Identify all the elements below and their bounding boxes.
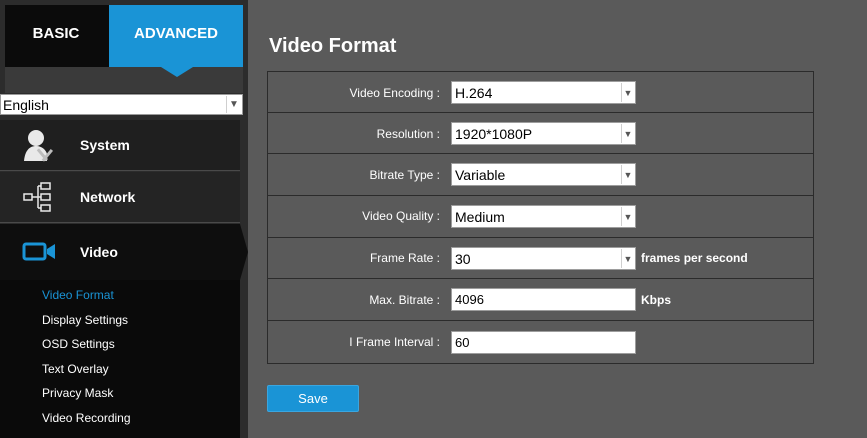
nav-item-network[interactable]: Network [0, 172, 240, 223]
i-frame-interval-value: 60 [455, 335, 470, 350]
save-button[interactable]: Save [267, 385, 359, 412]
chevron-down-icon: ▼ [621, 124, 634, 143]
video-camera-icon [22, 235, 58, 269]
frame-rate-label: Frame Rate : [369, 251, 440, 265]
nav-item-system[interactable]: System [0, 120, 240, 171]
main-panel: Video Format Video Encoding : H.264 ▼ Re… [248, 0, 867, 438]
video-quality-value: Medium [455, 208, 505, 225]
tab-advanced[interactable]: ADVANCED [109, 5, 243, 67]
max-bitrate-unit: Kbps [641, 293, 671, 307]
chevron-down-icon: ▼ [621, 249, 634, 268]
frame-rate-select[interactable]: 30 ▼ [451, 247, 636, 270]
chevron-down-icon: ▼ [226, 96, 241, 113]
nav-item-video-label: Video [80, 244, 118, 260]
resolution-value: 1920*1080P [455, 125, 533, 142]
row-bitrate-type: Bitrate Type : Variable ▼ [268, 154, 813, 196]
video-quality-label: Video Quality : [362, 209, 440, 223]
nav-item-system-label: System [80, 137, 130, 153]
video-format-form: Video Encoding : H.264 ▼ Resolution : 19… [267, 71, 814, 364]
max-bitrate-value: 4096 [455, 292, 484, 307]
frame-rate-unit: frames per second [641, 251, 748, 265]
max-bitrate-label: Max. Bitrate : [369, 293, 440, 307]
tab-basic[interactable]: BASIC [5, 5, 107, 67]
i-frame-interval-input[interactable]: 60 [451, 331, 636, 354]
page-title: Video Format [269, 35, 397, 57]
video-encoding-value: H.264 [455, 84, 493, 101]
submenu-text-overlay[interactable]: Text Overlay [42, 361, 240, 386]
language-select-value: English [3, 96, 49, 113]
row-resolution: Resolution : 1920*1080P ▼ [268, 113, 813, 154]
nav-item-network-label: Network [80, 189, 136, 205]
video-quality-select[interactable]: Medium ▼ [451, 205, 636, 228]
tabs-divider [5, 67, 243, 93]
chevron-down-icon: ▼ [621, 83, 634, 102]
chevron-down-icon: ▼ [621, 207, 634, 226]
frame-rate-value: 30 [455, 250, 471, 267]
row-video-encoding: Video Encoding : H.264 ▼ [268, 72, 813, 113]
resolution-select[interactable]: 1920*1080P ▼ [451, 122, 636, 145]
submenu-video-recording[interactable]: Video Recording [42, 410, 240, 435]
sidebar: BASIC ADVANCED English ▼ System Network … [0, 0, 248, 438]
submenu-osd-settings[interactable]: OSD Settings [42, 336, 240, 361]
row-video-quality: Video Quality : Medium ▼ [268, 196, 813, 238]
row-max-bitrate: Max. Bitrate : 4096 Kbps [268, 279, 813, 321]
mode-tabs: BASIC ADVANCED [5, 5, 243, 67]
nav-item-video[interactable]: Video [0, 224, 240, 280]
chevron-down-icon: ▼ [621, 165, 634, 184]
video-submenu: Video Format Display Settings OSD Settin… [0, 280, 240, 438]
language-select[interactable]: English ▼ [0, 94, 243, 115]
submenu-privacy-mask[interactable]: Privacy Mask [42, 385, 240, 410]
active-tab-pointer [161, 67, 193, 77]
bitrate-type-value: Variable [455, 166, 506, 183]
network-tree-icon [22, 180, 58, 214]
row-frame-rate: Frame Rate : 30 ▼ frames per second [268, 238, 813, 279]
submenu-display-settings[interactable]: Display Settings [42, 312, 240, 337]
system-tools-icon [22, 128, 58, 162]
max-bitrate-input[interactable]: 4096 [451, 288, 636, 311]
i-frame-interval-label: I Frame Interval : [349, 335, 440, 349]
video-encoding-select[interactable]: H.264 ▼ [451, 81, 636, 104]
submenu-video-format[interactable]: Video Format [42, 287, 240, 312]
resolution-label: Resolution : [376, 127, 440, 141]
active-nav-pointer [240, 224, 248, 280]
video-encoding-label: Video Encoding : [349, 86, 440, 100]
row-i-frame-interval: I Frame Interval : 60 [268, 321, 813, 363]
bitrate-type-select[interactable]: Variable ▼ [451, 163, 636, 186]
bitrate-type-label: Bitrate Type : [369, 168, 440, 182]
